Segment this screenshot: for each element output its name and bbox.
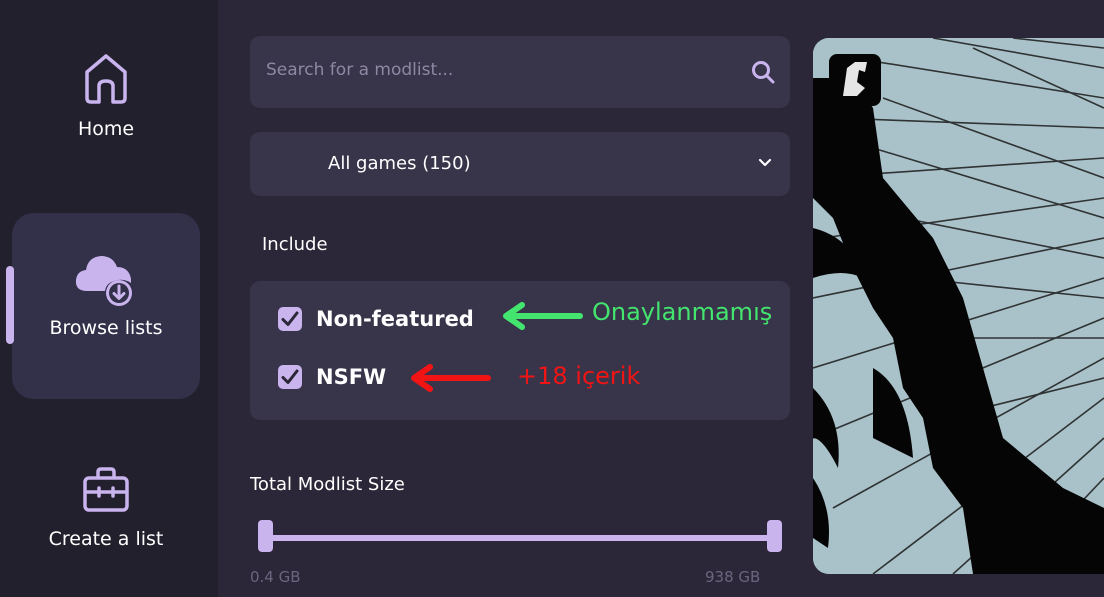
sidebar: Home Browse lists Create a list <box>0 0 218 597</box>
red-arrow-icon <box>411 364 491 392</box>
game-select-value: All games (150) <box>328 153 471 174</box>
annotation-green-text: Onaylanmamış <box>592 298 773 326</box>
size-filter-heading: Total Modlist Size <box>250 474 405 495</box>
green-arrow-icon <box>503 302 583 330</box>
checkbox-label: Non-featured <box>316 307 474 331</box>
modlist-preview-image[interactable] <box>813 38 1104 574</box>
chevron-down-icon <box>758 158 772 167</box>
checkbox-checked-icon[interactable] <box>278 307 302 331</box>
sidebar-item-label: Create a list <box>48 528 164 550</box>
sidebar-item-home[interactable]: Home <box>12 40 200 170</box>
checkbox-nsfw[interactable]: NSFW <box>278 365 386 389</box>
home-icon <box>85 54 127 104</box>
sidebar-item-create-list[interactable]: Create a list <box>12 450 200 590</box>
game-select[interactable]: All games (150) <box>250 132 790 196</box>
active-indicator <box>6 266 14 344</box>
sidebar-item-browse-lists[interactable]: Browse lists <box>12 213 200 399</box>
sidebar-item-label: Browse lists <box>49 317 163 339</box>
search-icon[interactable] <box>750 59 776 85</box>
size-max-label: 938 GB <box>705 568 761 586</box>
cloud-download-icon <box>75 256 132 306</box>
toolbox-icon <box>83 467 129 512</box>
sidebar-item-label: Home <box>77 118 135 140</box>
size-slider-track[interactable] <box>262 535 778 541</box>
size-slider-max-handle[interactable] <box>767 520 782 552</box>
checkbox-non-featured[interactable]: Non-featured <box>278 307 474 331</box>
search-input[interactable]: Search for a modlist... <box>250 36 790 108</box>
size-slider-min-handle[interactable] <box>258 520 273 552</box>
checkbox-checked-icon[interactable] <box>278 365 302 389</box>
annotation-red-text: +18 içerik <box>517 362 641 390</box>
include-heading: Include <box>262 234 328 255</box>
size-min-label: 0.4 GB <box>250 568 301 586</box>
search-placeholder: Search for a modlist... <box>266 60 454 80</box>
modlist-artwork <box>813 38 1104 574</box>
checkbox-label: NSFW <box>316 365 387 389</box>
